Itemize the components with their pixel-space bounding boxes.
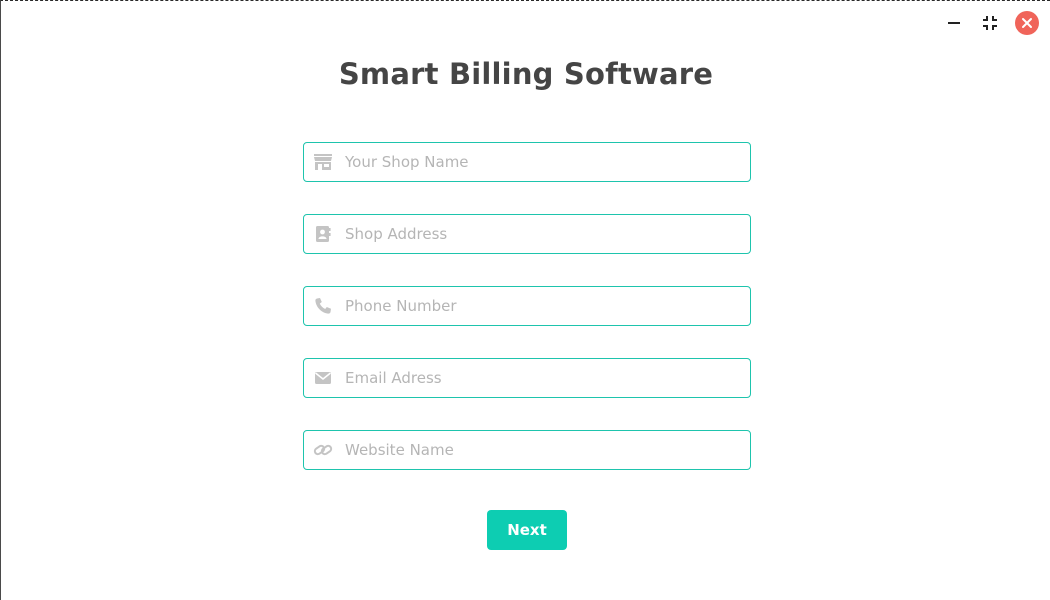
phone-number-input[interactable] (345, 288, 750, 324)
phone-number-field[interactable] (303, 286, 751, 326)
envelope-icon (313, 368, 333, 388)
link-icon (313, 440, 333, 460)
restore-button[interactable] (979, 12, 1001, 34)
app-window: Smart Billing Software Your Shop Name Sh… (0, 0, 1050, 600)
website-name-input[interactable] (345, 432, 750, 468)
shop-name-field[interactable] (303, 142, 751, 182)
minimize-icon (948, 22, 960, 24)
shop-address-field[interactable] (303, 214, 751, 254)
close-icon (1022, 18, 1032, 28)
shop-name-input[interactable] (345, 144, 750, 180)
email-field[interactable] (303, 358, 751, 398)
website-name-field[interactable] (303, 430, 751, 470)
next-button[interactable]: Next (487, 510, 567, 550)
shop-address-input[interactable] (345, 216, 750, 252)
close-button[interactable] (1015, 11, 1039, 35)
restore-icon (983, 16, 997, 30)
page-title: Smart Billing Software (338, 57, 714, 91)
email-input[interactable] (345, 360, 750, 396)
window-controls (943, 11, 1039, 35)
address-card-icon (313, 224, 333, 244)
minimize-button[interactable] (943, 12, 965, 34)
phone-icon (313, 296, 333, 316)
store-icon (313, 152, 333, 172)
